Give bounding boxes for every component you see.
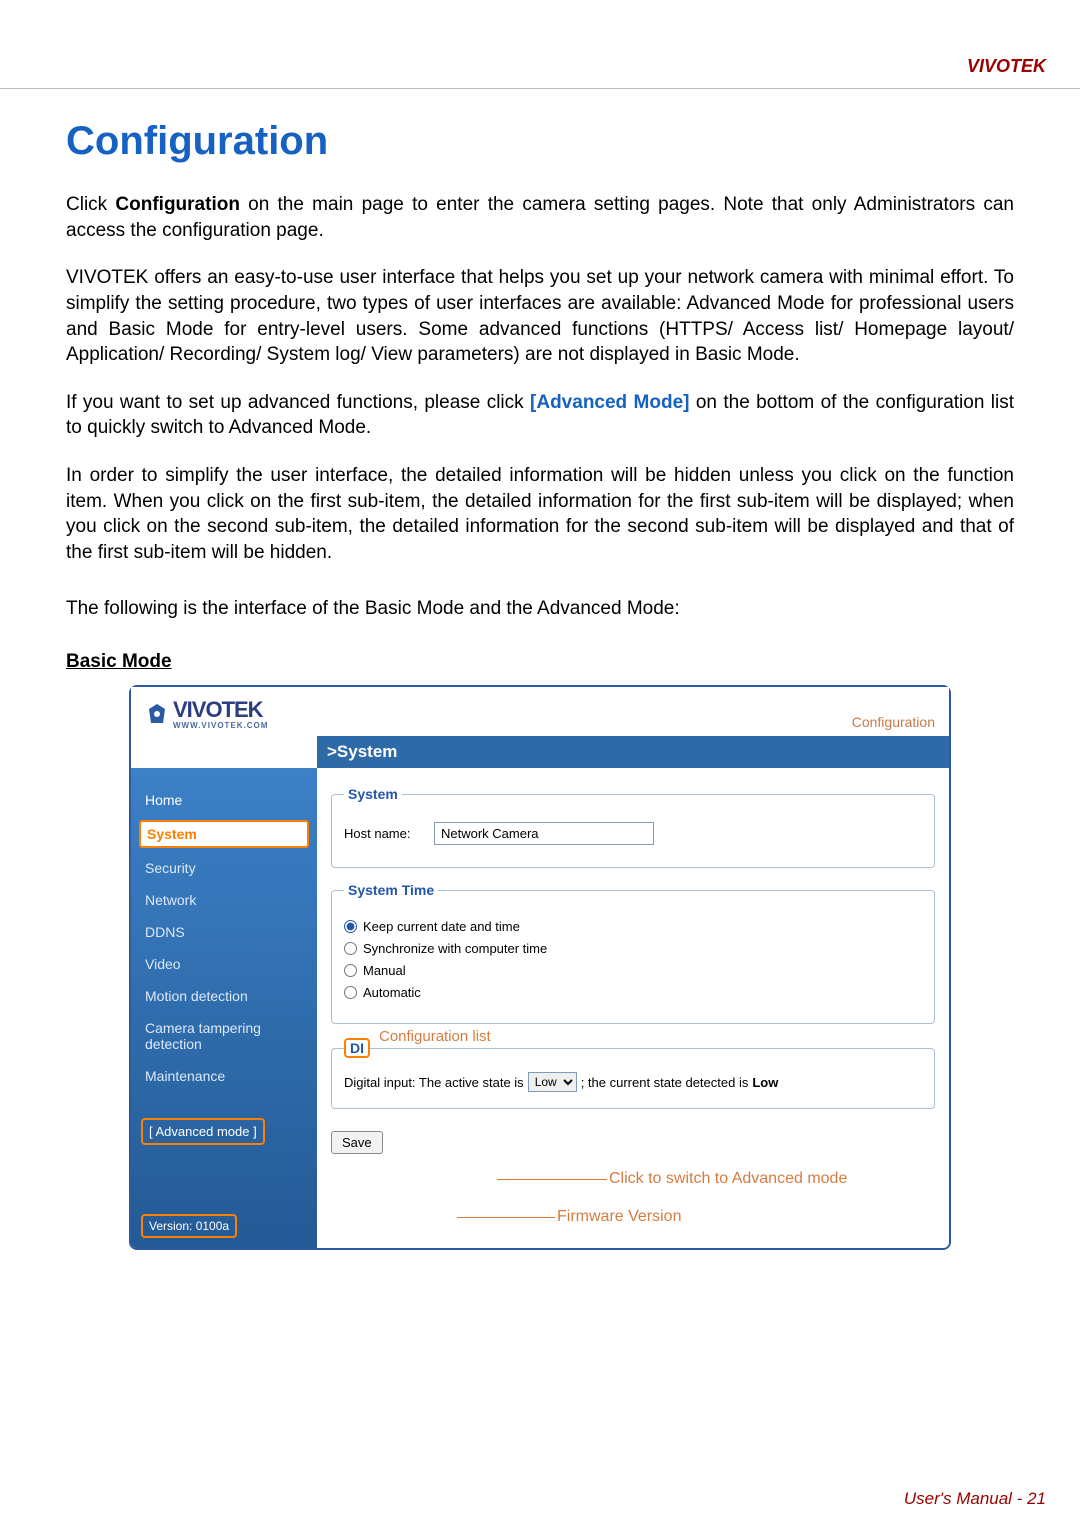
brand-header: VIVOTEK [967, 56, 1046, 77]
connector-line [457, 1217, 555, 1219]
page-footer: User's Manual - 21 [904, 1489, 1046, 1509]
sidebar-item-security[interactable]: Security [141, 852, 307, 884]
sidebar: Home System Security Network DDNS Video … [131, 768, 317, 1248]
di-text-b: ; the current state detected is [581, 1075, 749, 1090]
radio-sync[interactable] [344, 942, 357, 955]
configuration-link[interactable]: Configuration [852, 714, 935, 730]
logo: VIVOTEK WWW.VIVOTEK.COM [145, 697, 268, 730]
section-header: >System [317, 736, 949, 768]
system-group: System Host name: [331, 786, 935, 868]
di-select[interactable]: Low [528, 1072, 577, 1092]
di-state-value: Low [752, 1075, 778, 1090]
system-legend: System [344, 786, 402, 802]
di-group: DI Digital input: The active state is Lo… [331, 1038, 935, 1109]
sidebar-item-maintenance[interactable]: Maintenance [141, 1060, 307, 1092]
version-label: Version: 0100a [141, 1214, 237, 1238]
callout-advanced: Click to switch to Advanced mode [609, 1170, 847, 1188]
paragraph-3: If you want to set up advanced functions… [66, 390, 1014, 441]
sidebar-item-motion[interactable]: Motion detection [141, 980, 307, 1012]
sidebar-item-home[interactable]: Home [141, 784, 307, 816]
logo-icon [145, 702, 169, 726]
advanced-mode-button[interactable]: [ Advanced mode ] [141, 1118, 265, 1145]
paragraph-5: The following is the interface of the Ba… [66, 596, 1014, 622]
system-time-legend: System Time [344, 882, 438, 898]
radio-keep[interactable] [344, 920, 357, 933]
radio-manual-label: Manual [363, 963, 406, 978]
sidebar-item-network[interactable]: Network [141, 884, 307, 916]
connector-line [497, 1179, 607, 1181]
sidebar-item-tamper[interactable]: Camera tampering detection [141, 1012, 307, 1060]
radio-manual[interactable] [344, 964, 357, 977]
paragraph-2: VIVOTEK offers an easy-to-use user inter… [66, 265, 1014, 368]
paragraph-1: Click Configuration on the main page to … [66, 192, 1014, 243]
hostname-input[interactable] [434, 822, 654, 845]
config-list-callout: Configuration list [375, 1028, 495, 1045]
sidebar-item-video[interactable]: Video [141, 948, 307, 980]
radio-auto[interactable] [344, 986, 357, 999]
sidebar-item-ddns[interactable]: DDNS [141, 916, 307, 948]
sidebar-item-system[interactable]: System [139, 820, 309, 848]
basic-mode-heading: Basic Mode [66, 651, 1014, 673]
hostname-label: Host name: [344, 826, 424, 841]
page-title: Configuration [66, 119, 1014, 164]
radio-auto-label: Automatic [363, 985, 421, 1000]
di-text-a: Digital input: The active state is [344, 1075, 524, 1090]
radio-keep-label: Keep current date and time [363, 919, 520, 934]
basic-mode-screenshot: VIVOTEK WWW.VIVOTEK.COM Configuration >S… [129, 685, 951, 1250]
radio-sync-label: Synchronize with computer time [363, 941, 547, 956]
system-time-group: System Time Keep current date and time S… [331, 882, 935, 1024]
paragraph-4: In order to simplify the user interface,… [66, 463, 1014, 566]
main-panel: System Host name: System Time Keep curre… [317, 768, 949, 1248]
di-legend: DI [344, 1038, 370, 1058]
callout-firmware: Firmware Version [557, 1208, 681, 1226]
save-button[interactable]: Save [331, 1131, 383, 1154]
